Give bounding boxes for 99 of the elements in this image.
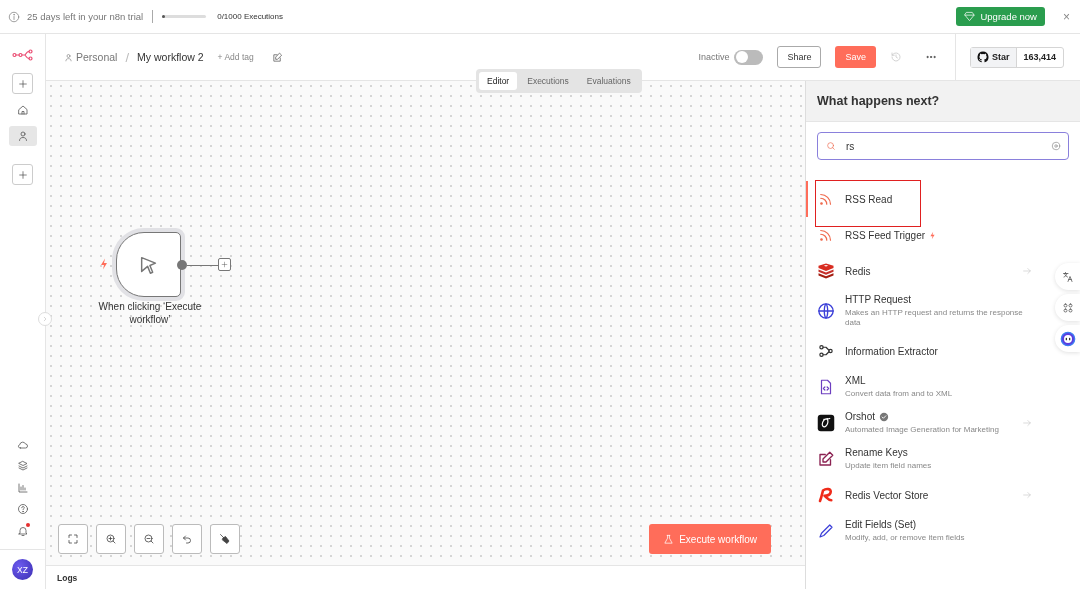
undo-icon (181, 533, 193, 545)
node-list-item[interactable]: Edit Fields (Set) Modify, add, or remove item fields (806, 513, 1054, 549)
node-list-item[interactable]: XML Convert data from and to XML (806, 369, 1054, 405)
node-name: RSS Read (845, 193, 893, 205)
user-icon (64, 52, 73, 62)
tab[interactable]: Executions (519, 72, 577, 90)
lightning-icon (99, 258, 109, 270)
home-icon (16, 104, 29, 116)
trial-message: 25 days left in your n8n trial (27, 11, 144, 22)
nodes-icon (817, 342, 835, 360)
node-list-item[interactable]: Information Extractor (806, 333, 1054, 369)
add-tag-link[interactable]: + Add tag (217, 52, 254, 62)
workflow-name[interactable]: My workflow 2 (137, 51, 204, 63)
box-icon (16, 460, 29, 472)
add-button[interactable] (12, 73, 33, 94)
arrow-right-icon (1022, 490, 1032, 500)
active-toggle[interactable] (734, 49, 764, 65)
script-o-icon (817, 414, 835, 432)
cloud-icon (16, 438, 29, 451)
chevron-right-icon (42, 316, 48, 322)
node-description: Automated Image Generation for Marketing (845, 425, 1000, 435)
share-button[interactable]: Share (777, 46, 822, 68)
node-list-item[interactable]: RSS Feed Trigger (806, 217, 1054, 253)
zoom-in-button[interactable] (96, 524, 126, 554)
node-name: Rename Keys (845, 447, 908, 458)
node-name: Information Extractor (845, 345, 938, 357)
script-r-icon (817, 486, 835, 504)
undo-button[interactable] (172, 524, 202, 554)
grid-icon (1061, 301, 1074, 314)
node-description: Makes an HTTP request and returns the response data (845, 308, 1024, 328)
arrow-right-icon (1022, 266, 1032, 276)
diamond-icon (964, 11, 976, 22)
search-field[interactable]: rs (817, 132, 1069, 160)
connector-line (187, 264, 218, 266)
panel-title: What happens next? (806, 81, 1080, 122)
tidy-up-button[interactable] (210, 524, 240, 554)
node-name: Edit Fields (Set) (845, 519, 917, 530)
history-icon (890, 51, 902, 63)
github-star-button[interactable]: Star 163,414 (970, 46, 1065, 68)
add-project-button[interactable] (12, 164, 33, 185)
node-name: Orshot (845, 411, 875, 422)
node-description: Modify, add, or remove item fields (845, 533, 966, 543)
plus-icon (221, 261, 228, 268)
node-name: Redis Vector Store (845, 489, 929, 501)
info-icon (8, 10, 20, 23)
fit-view-button[interactable] (58, 524, 88, 554)
search-icon (826, 141, 836, 151)
node-list-item[interactable]: HTTP Request Makes an HTTP request and returns the response data (806, 289, 1054, 333)
globe-icon (817, 302, 835, 320)
bar-chart-icon (16, 481, 29, 494)
lightning-icon (929, 230, 937, 240)
zoom-in-icon (105, 533, 117, 545)
node-list-item[interactable]: Orshot Automated Image Generation for Marketing (806, 405, 1054, 441)
plus-icon (17, 78, 28, 89)
node-list-item[interactable]: Rename Keys Update item field names (806, 441, 1054, 477)
output-handle[interactable] (177, 260, 187, 270)
github-icon (977, 51, 989, 63)
star-count: 163,414 (1022, 51, 1058, 64)
help-icon (16, 503, 29, 515)
node-label: When clicking ‘Execute workflow’ (97, 300, 203, 326)
tab[interactable]: Evaluations (578, 72, 639, 90)
node-name: RSS Feed Trigger (845, 229, 926, 241)
translate-icon (1061, 270, 1074, 283)
logs-label[interactable]: Logs (57, 572, 78, 583)
logo-icon (11, 49, 34, 61)
clear-icon (1051, 141, 1061, 151)
arrow-right-icon (1022, 418, 1032, 428)
node-name: Redis (845, 265, 871, 277)
user-icon (16, 130, 29, 142)
verified-icon (879, 411, 889, 422)
nav-item[interactable] (8, 126, 37, 146)
breadcrumb-separator: / (125, 49, 130, 65)
avatar[interactable]: XZ (12, 559, 33, 580)
executions-count: 0/1000 Executions (217, 12, 283, 21)
plus-icon (17, 169, 28, 180)
edit-icon (271, 51, 283, 63)
node-list-item[interactable]: Redis Vector Store (806, 477, 1054, 513)
pen-icon (817, 522, 835, 540)
add-node-button[interactable] (218, 258, 231, 271)
node-name: XML (845, 375, 866, 386)
node-list-item[interactable]: Redis (806, 253, 1054, 289)
bell-icon (16, 524, 29, 537)
close-button[interactable]: × (1061, 9, 1072, 24)
executions-progress (162, 15, 207, 18)
edit-icon (817, 450, 835, 468)
star-label: Star (992, 52, 1010, 62)
breadcrumb-link[interactable]: Personal (64, 51, 118, 63)
node-name: HTTP Request (845, 294, 911, 305)
flask-icon (663, 533, 675, 545)
zoom-out-icon (143, 533, 155, 545)
broom-icon (219, 533, 231, 545)
stacked-blocks-icon (817, 262, 835, 280)
active-label: Inactive (698, 52, 730, 62)
node-description: Convert data from and to XML (845, 389, 954, 399)
zoom-out-button[interactable] (134, 524, 164, 554)
tab[interactable]: Editor (479, 72, 518, 90)
node-description: Update item field names (845, 461, 933, 471)
assistant-icon (1059, 330, 1076, 347)
fullscreen-icon (67, 533, 79, 545)
